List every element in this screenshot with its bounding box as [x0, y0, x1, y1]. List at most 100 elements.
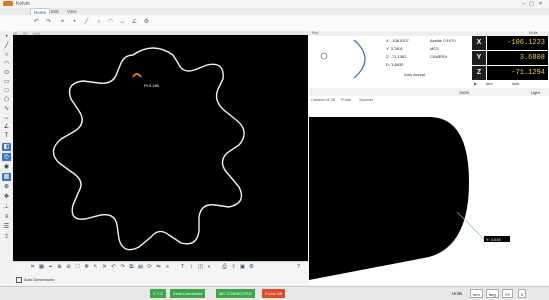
settings-icon[interactable]: ⚙ [248, 264, 255, 271]
app-logo [3, 1, 13, 6]
axis-y-display: Y 3.6808 [472, 51, 548, 65]
auto-accept-checkbox[interactable]: Auto Accept [404, 72, 425, 77]
grid-icon[interactable]: ▦ [2, 173, 11, 181]
camera-icon[interactable]: ◉ [2, 163, 11, 171]
play-icon[interactable]: ▶ [474, 81, 477, 86]
rotate-icon[interactable]: ⟳ [146, 264, 153, 271]
coord-mcs: MCS [430, 46, 439, 51]
ribbon-toolbar: ↶ ↷ ⌖ • ╱ ○ ◠ ↔ ∠ ⚙ [0, 15, 549, 32]
axis-x-label: X [472, 36, 486, 50]
status-bar: X Y Z Kalid Connected MC CONNECTED Probe… [0, 286, 549, 300]
zoom-level[interactable]: 100% [459, 90, 469, 95]
help-icon[interactable]: ? [295, 264, 302, 271]
deg-value[interactable]: deg [486, 289, 499, 298]
tab-camera[interactable]: Camera 01.08 [311, 98, 335, 102]
window-title: Kelvin [16, 1, 30, 7]
circle-icon[interactable]: ○ [94, 18, 103, 27]
redo-icon[interactable]: ↷ [119, 264, 126, 271]
auto-dimensions-row[interactable]: Auto Dimensions [16, 277, 54, 283]
spline-icon[interactable]: ∿ [2, 105, 11, 113]
fit-icon[interactable]: ⛶ [74, 264, 81, 271]
distance-icon[interactable]: ↔ [118, 18, 127, 27]
connection-status: Kalid Connected [170, 289, 206, 298]
dimension-icon[interactable]: ↕ [188, 264, 195, 271]
rectangle-icon[interactable]: □ [2, 87, 11, 95]
edge-icon[interactable]: ◧ [2, 143, 11, 151]
text-icon[interactable]: T [2, 132, 11, 140]
coord-d: D: 3.6830 [386, 62, 404, 67]
zoom-in-icon[interactable]: ⊕ [56, 264, 63, 271]
report-icon[interactable]: ☰ [2, 223, 11, 231]
export-icon[interactable]: ⇪ [2, 233, 11, 241]
camera-image-svg: Y: 4.034 [309, 117, 510, 280]
select-icon[interactable]: ↖ [92, 264, 99, 271]
plane-value[interactable]: XY [502, 289, 514, 298]
point-icon[interactable]: • [70, 18, 79, 27]
redo-icon[interactable]: ↷ [44, 18, 53, 27]
polygon-icon[interactable]: ⬠ [2, 96, 11, 104]
text-icon[interactable]: T [179, 264, 186, 271]
pan-icon[interactable]: ✥ [83, 264, 90, 271]
line-icon[interactable]: ╱ [82, 18, 91, 27]
units-label: Units [452, 291, 463, 296]
save-icon[interactable]: ▣ [239, 264, 246, 271]
light-control[interactable]: Light [531, 90, 540, 95]
status-val[interactable]: 0 [518, 289, 527, 298]
tab-probe[interactable]: Probe [341, 98, 351, 102]
measure-icon[interactable]: ⌖ [58, 18, 67, 27]
probe-icon[interactable]: ⊥ [2, 203, 11, 211]
cad-viewport[interactable]: Pt.0.186 [13, 35, 308, 261]
focus-icon[interactable]: ◎ [2, 153, 11, 161]
undo-icon[interactable]: ↶ [110, 264, 117, 271]
settings-icon[interactable]: ⚙ [142, 18, 151, 27]
preview-dial-icon[interactable] [320, 52, 328, 60]
probe-status: Probe Off [262, 289, 286, 298]
part-contour [52, 47, 245, 251]
paste-icon[interactable]: ▤ [137, 264, 144, 271]
zoom-out-icon[interactable]: ⊖ [65, 264, 72, 271]
undo-icon[interactable]: ↶ [32, 18, 41, 27]
pan-icon[interactable]: ✥ [2, 193, 11, 201]
delete-icon[interactable]: ✕ [101, 264, 108, 271]
mirror-icon[interactable]: ⇋ [155, 264, 162, 271]
grid-icon[interactable]: ▦ [38, 264, 45, 271]
ellipse-icon[interactable]: ⬭ [2, 69, 11, 77]
maximize-button[interactable]: ▢ [528, 1, 535, 7]
snap-icon[interactable]: ⌗ [29, 264, 36, 271]
coord-z: Z: -71.1362 [386, 54, 407, 59]
angle-icon[interactable]: ∠ [130, 18, 139, 27]
point-icon[interactable]: • [2, 33, 11, 41]
unit-mm-option[interactable]: mm [486, 81, 493, 86]
auto-dimensions-label: Auto Dimensions [24, 277, 55, 283]
tab-scanner[interactable]: Scanner [359, 98, 373, 102]
slot-icon[interactable]: ▭ [2, 78, 11, 86]
export-icon[interactable]: ⇪ [230, 264, 237, 271]
unit-inch-option[interactable]: inch [512, 81, 519, 86]
axes-status: X Y Z [150, 289, 166, 298]
zoom-icon[interactable]: ⊕ [2, 183, 11, 191]
circle-icon[interactable]: ○ [2, 51, 11, 59]
measure-icon[interactable]: ⌖ [47, 264, 54, 271]
menu-tabs: Home Edit View [0, 8, 549, 16]
arc-icon[interactable]: ◠ [106, 18, 115, 27]
close-button[interactable]: ✕ [537, 1, 544, 7]
color-icon[interactable]: ◐ [206, 264, 213, 271]
auto-dimensions-checkbox[interactable] [16, 277, 22, 283]
layer-icon[interactable]: ◫ [197, 264, 204, 271]
part-outline-svg: Pt.0.186 [52, 47, 245, 251]
minimize-button[interactable]: – [520, 1, 527, 7]
copy-icon[interactable]: ⧉ [128, 264, 135, 271]
camera-viewport[interactable]: Y: 4.034 [309, 112, 549, 286]
tab-edit[interactable]: Edit [48, 8, 62, 15]
point-label: Pt.0.186 [144, 83, 160, 88]
align-icon[interactable]: ≡ [164, 264, 171, 271]
print-icon[interactable]: ⎙ [221, 264, 228, 271]
angle-icon[interactable]: ∠ [2, 123, 11, 131]
unit-value[interactable]: mm [470, 289, 483, 298]
align-icon[interactable]: ≡ [2, 213, 11, 221]
arc-icon[interactable]: ◠ [2, 60, 11, 68]
axis-z-value: -71.1294 [487, 66, 548, 80]
line-icon[interactable]: ╱ [2, 42, 11, 50]
distance-icon[interactable]: ↔ [2, 114, 11, 122]
tab-view[interactable]: View [64, 8, 80, 15]
